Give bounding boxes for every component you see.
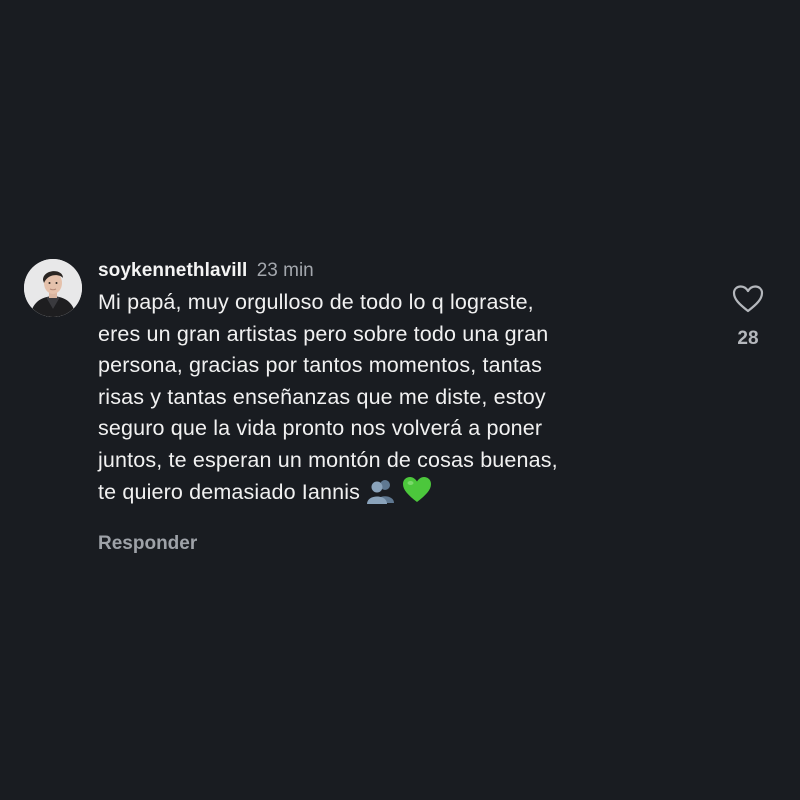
timestamp: 23 min [256,260,314,281]
comment-screen: soykennethlavill 23 min Mi papá, muy org… [0,0,800,800]
avatar-image [24,259,82,317]
busts-in-silhouette-emoji [366,478,396,514]
comment-meta: soykennethlavill 23 min [98,256,688,286]
username[interactable]: soykennethlavill [98,260,247,281]
comment: soykennethlavill 23 min Mi papá, muy org… [24,256,776,556]
reply-button[interactable]: Responder [98,533,688,555]
heart-outline-icon[interactable] [732,284,764,314]
comment-text-content: Mi papá, muy orgulloso de todo lo q logr… [98,290,558,504]
like-count: 28 [737,328,759,349]
like-section: 28 [724,284,772,350]
avatar[interactable] [24,259,82,317]
comment-body: soykennethlavill 23 min Mi papá, muy org… [98,256,688,555]
comment-text: Mi papá, muy orgulloso de todo lo q logr… [98,287,688,514]
green-heart-emoji [402,476,432,514]
